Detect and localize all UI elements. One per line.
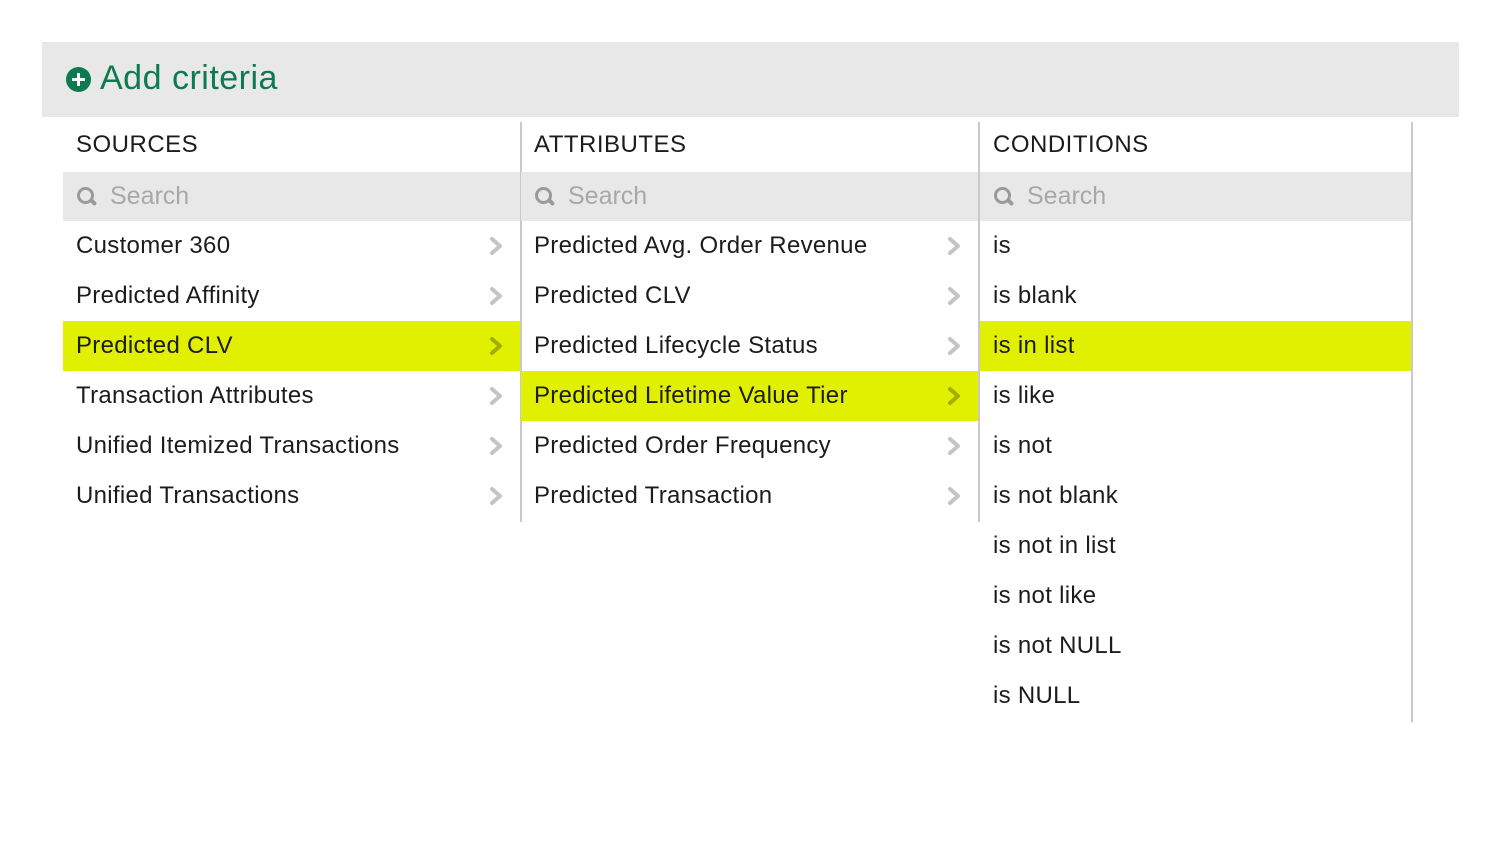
chevron-right-icon (486, 286, 506, 306)
condition-item-label: is not blank (993, 482, 1119, 509)
source-item-label: Unified Itemized Transactions (76, 432, 400, 459)
condition-item-label: is in list (993, 332, 1075, 359)
source-item-label: Predicted CLV (76, 332, 233, 359)
attribute-item-predicted-order-frequency[interactable]: Predicted Order Frequency (521, 421, 978, 471)
chevron-right-icon (486, 336, 506, 356)
condition-item-label: is not (993, 432, 1053, 459)
attribute-item-label: Predicted Order Frequency (534, 432, 831, 459)
conditions-search-box (980, 172, 1411, 221)
conditions-search-input[interactable] (1027, 182, 1387, 211)
attribute-item-label: Predicted Lifecycle Status (534, 332, 818, 359)
condition-item-label: is like (993, 382, 1056, 409)
condition-item-label: is (993, 232, 1011, 259)
chevron-right-icon (486, 436, 506, 456)
sources-column: SOURCES Customer 360 Predicted Affinity … (63, 122, 522, 522)
source-item-unified-transactions[interactable]: Unified Transactions (63, 471, 520, 521)
condition-item-is-blank[interactable]: is blank (980, 271, 1411, 321)
source-item-label: Predicted Affinity (76, 282, 260, 309)
attribute-item-predicted-lifecycle-status[interactable]: Predicted Lifecycle Status (521, 321, 978, 371)
condition-item-is-not[interactable]: is not (980, 421, 1411, 471)
source-item-label: Transaction Attributes (76, 382, 314, 409)
attribute-item-predicted-lifetime-value-tier[interactable]: Predicted Lifetime Value Tier (521, 371, 978, 421)
attributes-title: ATTRIBUTES (534, 131, 687, 158)
chevron-right-icon (944, 486, 964, 506)
source-item-label: Unified Transactions (76, 482, 300, 509)
attributes-search-input[interactable] (568, 182, 928, 211)
add-criteria-button[interactable]: Add criteria (66, 58, 278, 98)
source-item-predicted-affinity[interactable]: Predicted Affinity (63, 271, 520, 321)
condition-item-is-not-blank[interactable]: is not blank (980, 471, 1411, 521)
condition-item-is-not-null[interactable]: is not NULL (980, 621, 1411, 671)
chevron-right-icon (486, 236, 506, 256)
conditions-column: CONDITIONS is is blank is in list is lik… (980, 122, 1413, 722)
search-icon (76, 186, 98, 208)
attribute-item-label: Predicted Lifetime Value Tier (534, 382, 848, 409)
attribute-item-label: Predicted Avg. Order Revenue (534, 232, 868, 259)
chevron-right-icon (944, 236, 964, 256)
source-item-transaction-attributes[interactable]: Transaction Attributes (63, 371, 520, 421)
sources-title: SOURCES (76, 131, 199, 158)
chevron-right-icon (486, 486, 506, 506)
sources-search-input[interactable] (110, 182, 470, 211)
criteria-header: Add criteria (42, 42, 1459, 117)
source-item-predicted-clv[interactable]: Predicted CLV (63, 321, 520, 371)
attribute-item-label: Predicted Transaction (534, 482, 773, 509)
attributes-search-box (521, 172, 978, 221)
condition-item-is-like[interactable]: is like (980, 371, 1411, 421)
chevron-right-icon (944, 436, 964, 456)
condition-item-label: is not NULL (993, 632, 1122, 659)
condition-item-label: is not in list (993, 532, 1116, 559)
attribute-item-predicted-avg-order-revenue[interactable]: Predicted Avg. Order Revenue (521, 221, 978, 271)
plus-circle-icon (66, 67, 91, 92)
attributes-column: ATTRIBUTES Predicted Avg. Order Revenue … (521, 122, 980, 522)
condition-item-is-null[interactable]: is NULL (980, 671, 1411, 721)
attribute-item-predicted-transaction[interactable]: Predicted Transaction (521, 471, 978, 521)
conditions-title: CONDITIONS (993, 131, 1149, 158)
source-item-label: Customer 360 (76, 232, 231, 259)
condition-item-is-in-list[interactable]: is in list (980, 321, 1411, 371)
chevron-right-icon (486, 386, 506, 406)
condition-item-is[interactable]: is (980, 221, 1411, 271)
add-criteria-label: Add criteria (100, 58, 278, 97)
source-item-unified-itemized-transactions[interactable]: Unified Itemized Transactions (63, 421, 520, 471)
chevron-right-icon (944, 286, 964, 306)
search-icon (993, 186, 1015, 208)
condition-item-label: is blank (993, 282, 1077, 309)
attributes-list: Predicted Avg. Order Revenue Predicted C… (521, 221, 978, 521)
conditions-list: is is blank is in list is like is not is… (980, 221, 1411, 721)
search-icon (534, 186, 556, 208)
attribute-item-predicted-clv[interactable]: Predicted CLV (521, 271, 978, 321)
sources-list: Customer 360 Predicted Affinity Predicte… (63, 221, 520, 521)
condition-item-is-not-in-list[interactable]: is not in list (980, 521, 1411, 571)
sources-search-box (63, 172, 520, 221)
chevron-right-icon (944, 386, 964, 406)
condition-item-is-not-like[interactable]: is not like (980, 571, 1411, 621)
chevron-right-icon (944, 336, 964, 356)
attribute-item-label: Predicted CLV (534, 282, 691, 309)
source-item-customer-360[interactable]: Customer 360 (63, 221, 520, 271)
condition-item-label: is not like (993, 582, 1097, 609)
condition-item-label: is NULL (993, 682, 1081, 709)
